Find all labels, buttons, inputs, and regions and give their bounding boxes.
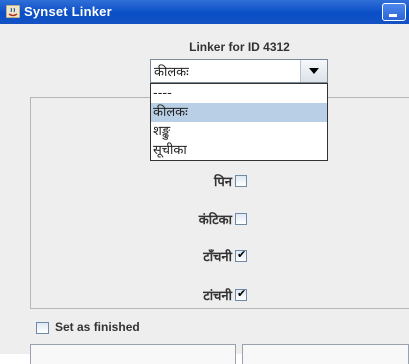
window-content: Linker for ID 4312 कीलकः पिन कंटिका टाँच… — [0, 24, 409, 364]
option-label: टांचनी — [203, 289, 232, 304]
minimize-icon — [389, 14, 397, 17]
title-bar: Synset Linker — [0, 0, 409, 24]
dropdown-item-selected[interactable]: कीलकः — [151, 103, 327, 122]
option-row: कंटिका — [150, 209, 270, 229]
option-label: टाँचनी — [203, 250, 232, 265]
java-cup-icon — [6, 5, 20, 18]
option-checkbox[interactable]: ✔ — [235, 248, 247, 262]
option-row: टांचनी ✔ — [150, 285, 270, 305]
synset-combo[interactable]: कीलकः — [150, 59, 328, 83]
combo-arrow-button[interactable] — [300, 60, 327, 82]
option-label: कंटिका — [198, 213, 232, 228]
dropdown-item[interactable]: सूचीका — [151, 141, 327, 160]
option-row: पिन — [150, 171, 270, 191]
set-finished-label: Set as finished — [55, 320, 140, 334]
check-mark-icon: ✔ — [237, 248, 247, 261]
check-mark-icon: ✔ — [237, 287, 247, 300]
dropdown-item[interactable]: शङ्कु — [151, 122, 327, 141]
option-checkbox[interactable] — [235, 213, 247, 225]
minimize-button[interactable] — [382, 3, 406, 21]
dropdown-item[interactable]: ---- — [151, 84, 327, 103]
linker-heading: Linker for ID 4312 — [189, 40, 290, 54]
set-finished-checkbox[interactable] — [36, 322, 49, 334]
combo-dropdown-list: ---- कीलकः शङ्कु सूचीका — [150, 83, 328, 161]
option-checkbox[interactable] — [235, 175, 247, 187]
bottom-field-left[interactable] — [30, 344, 236, 364]
chevron-down-icon — [309, 68, 319, 74]
bottom-field-right[interactable] — [242, 344, 409, 364]
option-row: टाँचनी ✔ — [150, 246, 270, 266]
option-label: पिन — [214, 175, 232, 190]
option-checkbox[interactable]: ✔ — [235, 287, 247, 301]
combo-selected-value: कीलकः — [154, 65, 189, 80]
window-title: Synset Linker — [24, 4, 112, 19]
